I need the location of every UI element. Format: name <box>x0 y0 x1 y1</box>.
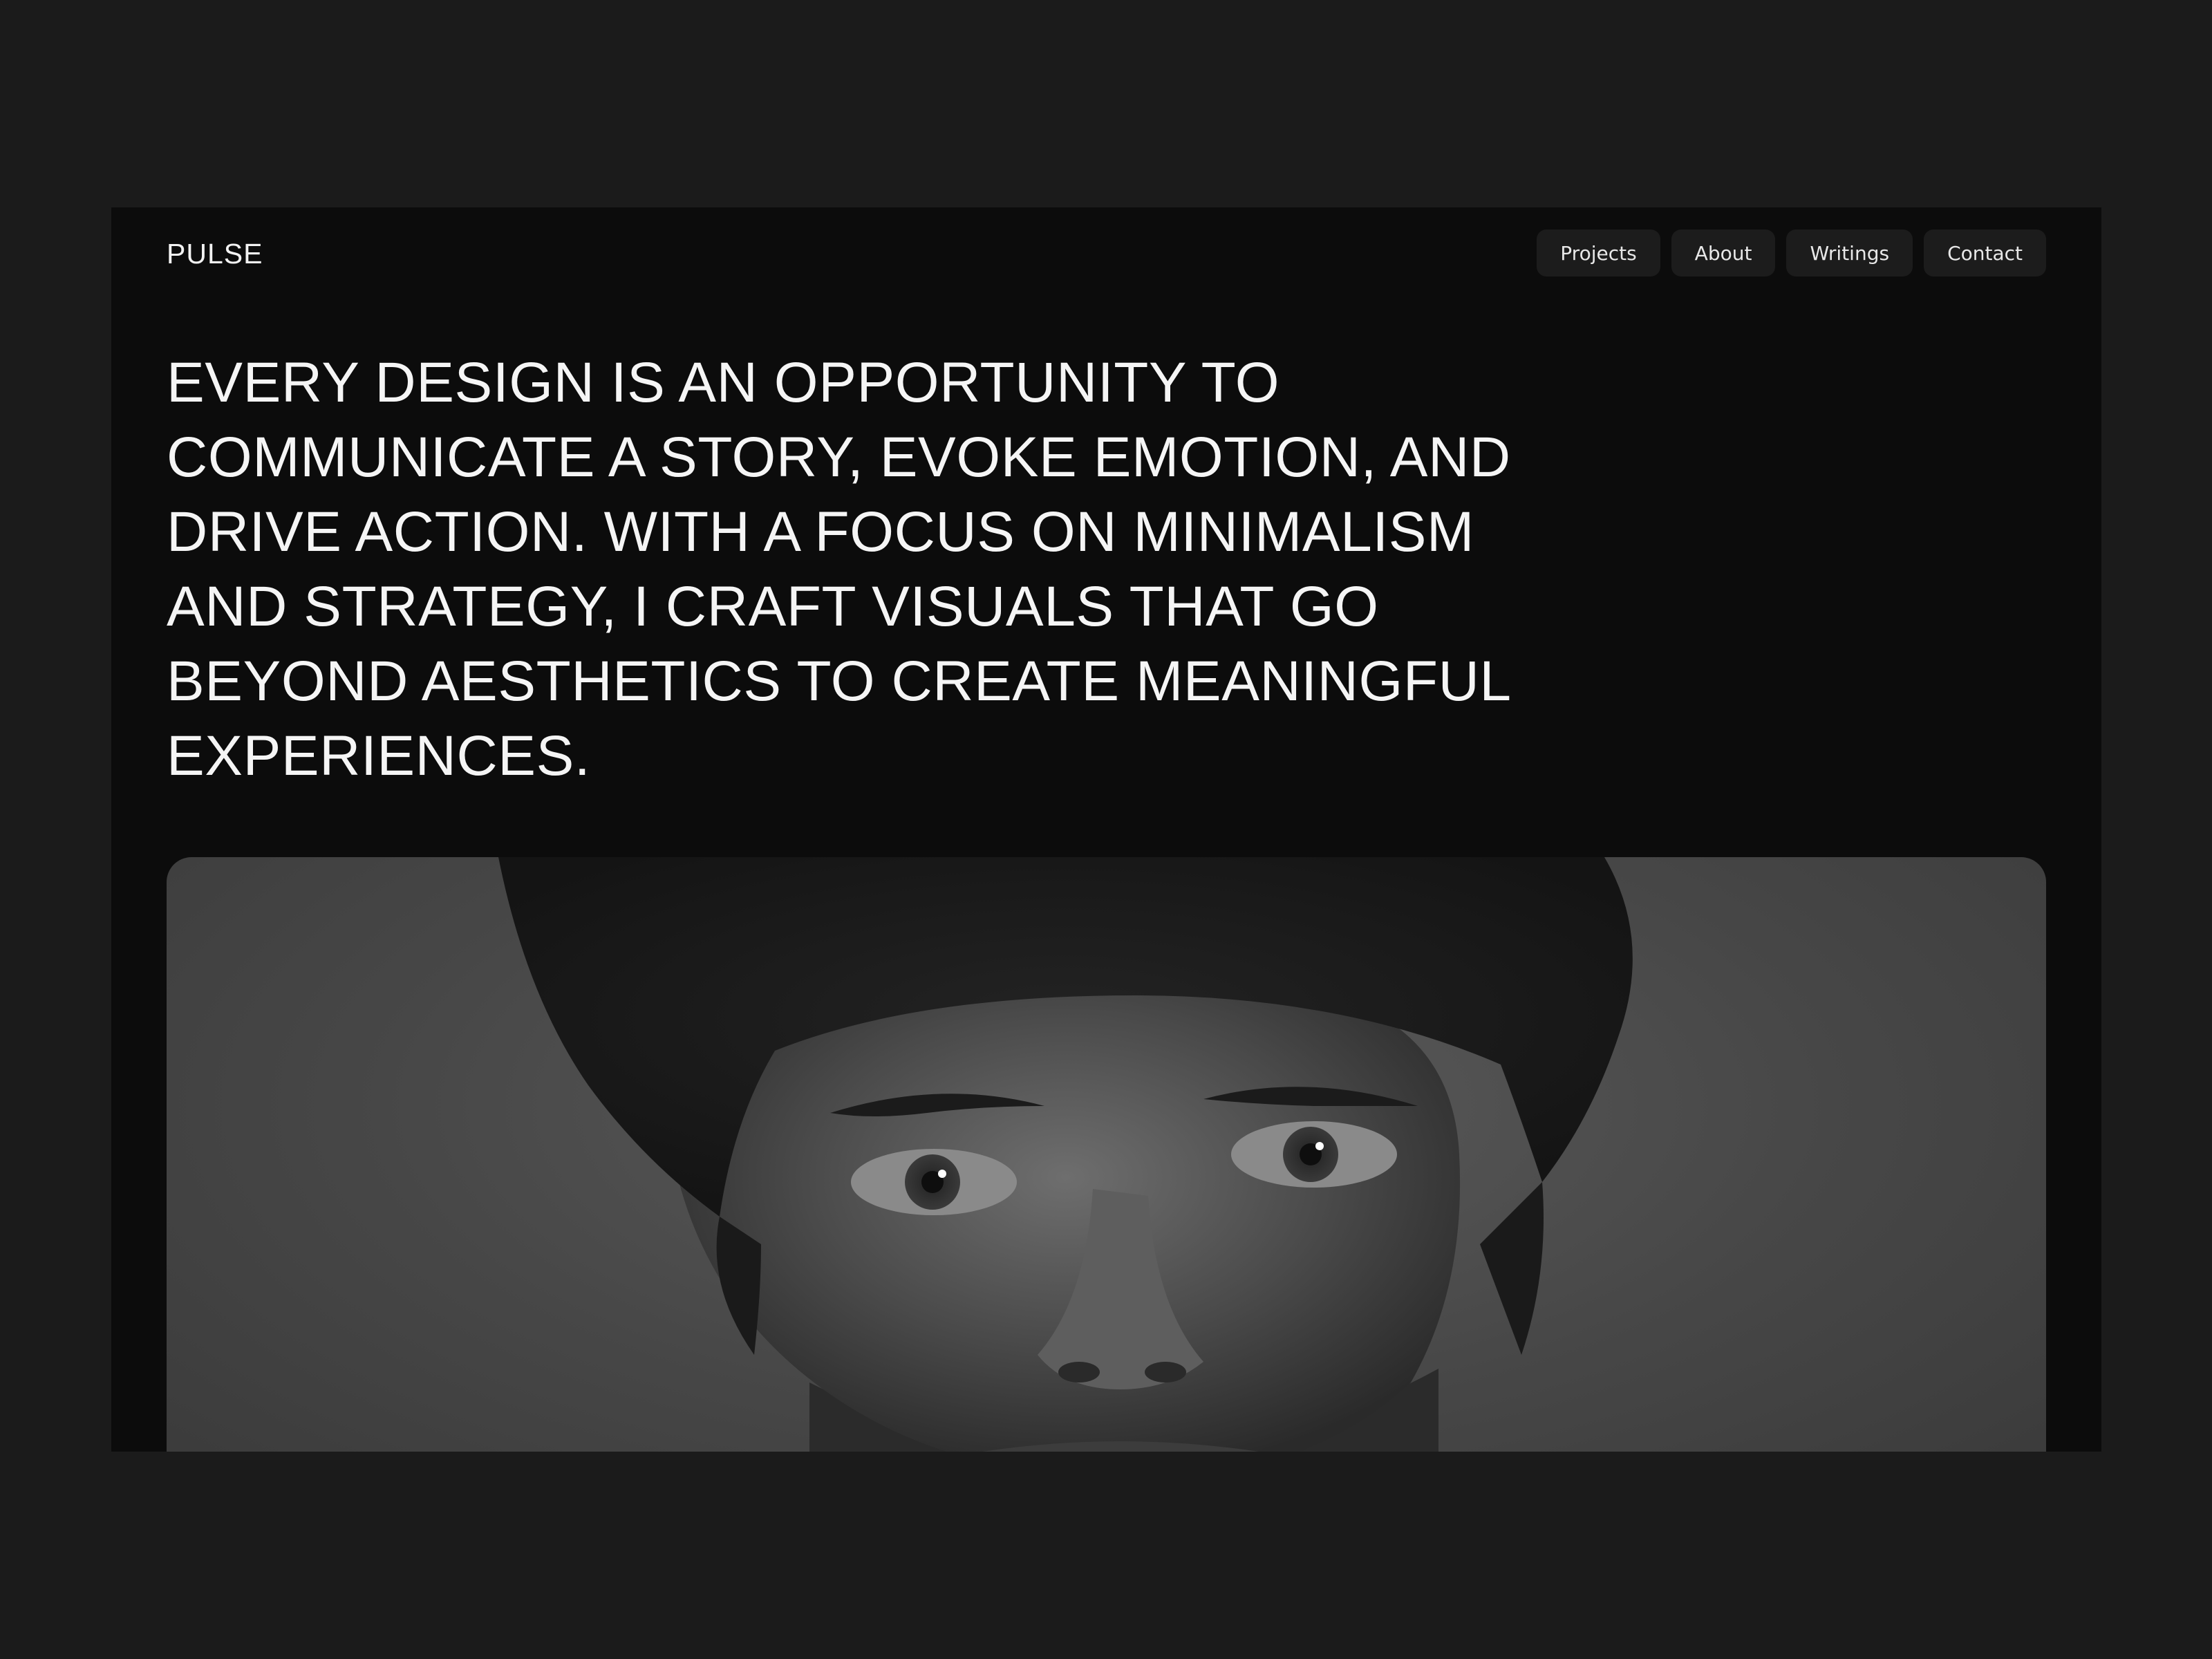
hero-portrait-image <box>167 857 2046 1452</box>
nav-contact-link[interactable]: Contact <box>1924 229 2046 276</box>
top-navbar: PULSE Projects About Writings Contact <box>111 207 2101 297</box>
brand-logo[interactable]: PULSE <box>167 234 263 274</box>
portrait-illustration <box>498 857 1633 1452</box>
hero-headline: EVERY DESIGN IS AN OPPORTUNITY TO COMMUN… <box>167 351 1511 787</box>
nav-writings-link[interactable]: Writings <box>1786 229 1913 276</box>
nav-projects-link[interactable]: Projects <box>1537 229 1660 276</box>
website-frame: PULSE Projects About Writings Contact EV… <box>111 207 2101 1452</box>
nav-menu: Projects About Writings Contact <box>1537 229 2046 276</box>
nav-about-link[interactable]: About <box>1671 229 1776 276</box>
